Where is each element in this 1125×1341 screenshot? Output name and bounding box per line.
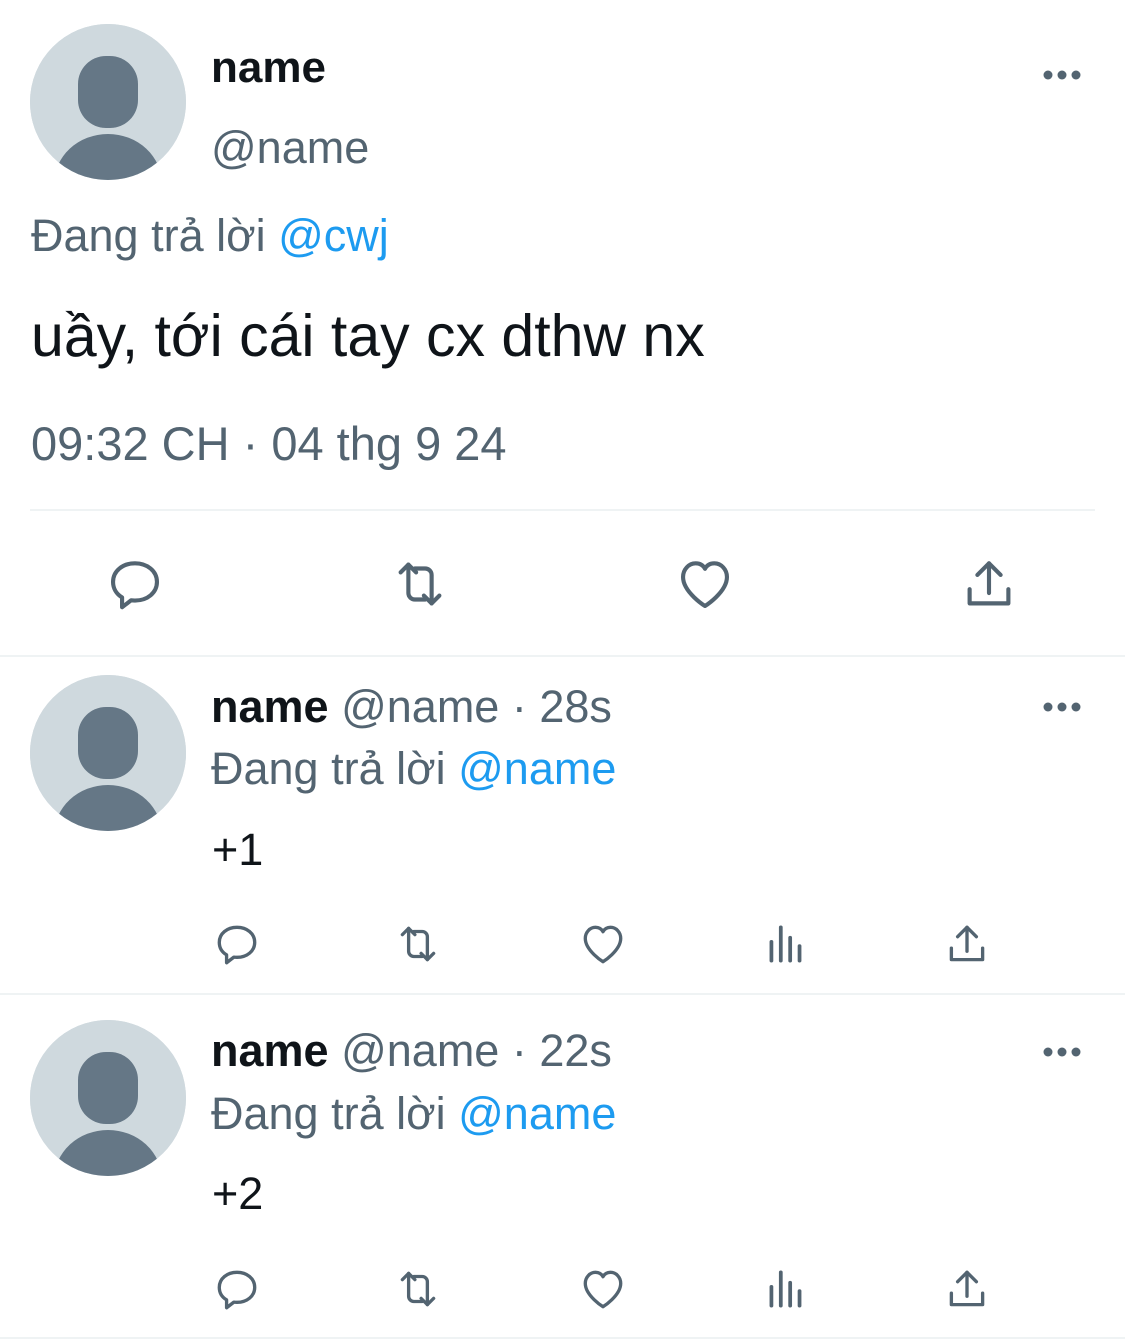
reply-text: +2 — [212, 1168, 264, 1219]
reply-handle[interactable]: @name — [341, 1025, 499, 1076]
reply-icon — [217, 925, 257, 965]
retweet-icon — [400, 1271, 436, 1307]
replying-to-line: Đang trả lời @cwj — [31, 208, 389, 264]
share-button[interactable] — [953, 548, 1025, 620]
tweet-time: 09:32 CH — [31, 417, 230, 470]
share-icon — [949, 1270, 985, 1307]
reply-text: +1 — [212, 824, 264, 875]
reply-age[interactable]: 22s — [539, 1025, 612, 1076]
replying-to-line: Đang trả lời @name — [211, 741, 616, 797]
heart-icon — [583, 925, 623, 964]
author-avatar[interactable] — [30, 24, 186, 180]
reply-handle[interactable]: @name — [341, 681, 499, 732]
replying-to-mention[interactable]: @name — [458, 743, 616, 794]
default-avatar-icon — [30, 24, 186, 180]
reply-icon — [217, 1270, 257, 1310]
reply-display-name[interactable]: name — [211, 1025, 329, 1076]
tweet-text: uầy, tới cái tay cx dthw nx — [31, 303, 705, 369]
views-button[interactable] — [756, 1259, 816, 1319]
retweet-button[interactable] — [388, 914, 448, 974]
reply-age[interactable]: 28s — [539, 681, 612, 732]
meta-separator: · — [499, 1025, 540, 1076]
reply-icon — [110, 561, 160, 610]
like-button[interactable] — [573, 914, 633, 974]
tweet-timestamp[interactable]: 09:32 CH · 04 thg 9 24 — [31, 414, 507, 474]
author-display-name[interactable]: name — [211, 40, 326, 96]
share-button[interactable] — [937, 914, 997, 974]
more-dots-icon — [1043, 702, 1081, 712]
tweet-date: 04 thg 9 24 — [271, 417, 507, 470]
author-handle[interactable]: @name — [211, 120, 369, 176]
default-avatar-icon — [30, 675, 186, 831]
more-options-button[interactable] — [1032, 1032, 1092, 1072]
replying-prefix: Đang trả lời — [211, 1088, 459, 1139]
reply-display-name[interactable]: name — [211, 681, 329, 732]
views-icon — [769, 925, 802, 963]
replying-prefix: Đang trả lời — [31, 210, 279, 261]
replying-prefix: Đang trả lời — [211, 743, 459, 794]
meta-separator: · — [499, 681, 540, 732]
reply-header: name @name · 28s — [211, 679, 612, 735]
reply-button[interactable] — [207, 1259, 267, 1319]
reply-header: name @name · 22s — [211, 1023, 612, 1079]
share-icon — [967, 561, 1011, 606]
reply-avatar[interactable] — [30, 675, 186, 831]
reply-button[interactable] — [99, 548, 171, 620]
replying-to-mention[interactable]: @cwj — [278, 210, 389, 261]
views-icon — [769, 1270, 802, 1308]
reply-avatar[interactable] — [30, 1020, 186, 1176]
reply-button[interactable] — [207, 914, 267, 974]
like-button[interactable] — [573, 1259, 633, 1319]
retweet-button[interactable] — [388, 1259, 448, 1319]
more-options-button[interactable] — [1032, 687, 1092, 727]
divider — [0, 655, 1125, 657]
views-button[interactable] — [756, 914, 816, 974]
heart-icon — [583, 1270, 623, 1309]
divider — [30, 509, 1095, 511]
more-dots-icon — [1043, 1047, 1081, 1057]
share-button[interactable] — [937, 1259, 997, 1319]
retweet-icon — [398, 562, 442, 606]
retweet-button[interactable] — [384, 548, 456, 620]
replying-to-line: Đang trả lời @name — [211, 1086, 616, 1142]
retweet-icon — [400, 926, 436, 962]
more-options-button[interactable] — [1032, 55, 1092, 95]
divider — [0, 993, 1125, 995]
default-avatar-icon — [30, 1020, 186, 1176]
more-dots-icon — [1043, 70, 1081, 80]
meta-separator: · — [229, 417, 272, 470]
replying-to-mention[interactable]: @name — [458, 1088, 616, 1139]
share-icon — [949, 925, 985, 962]
divider — [0, 1337, 1125, 1339]
heart-icon — [680, 561, 730, 609]
like-button[interactable] — [669, 548, 741, 620]
